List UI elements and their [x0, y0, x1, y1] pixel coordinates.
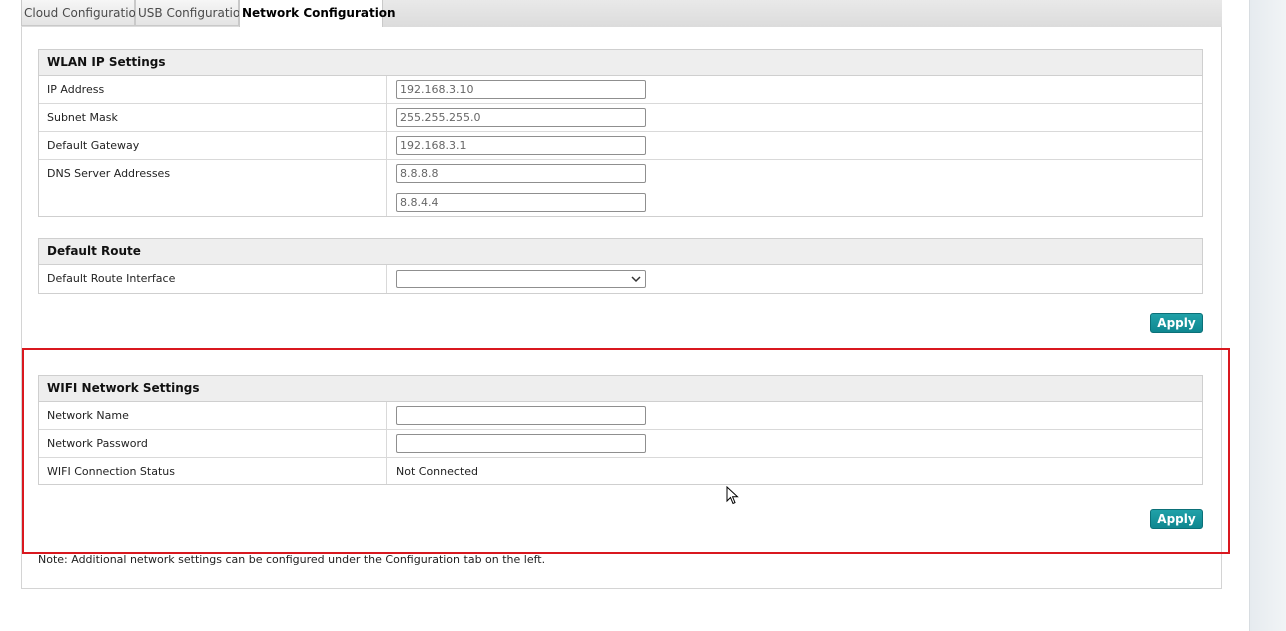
tab-label: Cloud Configuration: [24, 6, 144, 20]
default-route-header: Default Route: [39, 239, 1202, 265]
wifi-connection-status-row: WIFI Connection Status Not Connected: [39, 458, 1202, 484]
dns-secondary-input[interactable]: [396, 193, 646, 212]
default-route-table: Default Route Default Route Interface: [38, 238, 1203, 294]
wlan-ip-settings-header: WLAN IP Settings: [39, 50, 1202, 76]
page: Cloud Configuration USB Configuration Ne…: [0, 0, 1286, 631]
mouse-cursor-icon: [726, 486, 739, 505]
subnet-mask-input[interactable]: [396, 108, 646, 127]
ip-address-label: IP Address: [39, 76, 387, 103]
apply-network-button[interactable]: Apply: [1150, 313, 1203, 333]
wifi-network-settings-header: WIFI Network Settings: [39, 376, 1202, 402]
network-password-row: Network Password: [39, 430, 1202, 458]
right-side-panel: [1249, 0, 1286, 631]
ip-address-row: IP Address: [39, 76, 1202, 104]
wifi-connection-status-label: WIFI Connection Status: [39, 458, 387, 484]
note-text: Note: Additional network settings can be…: [38, 553, 546, 566]
default-gateway-label: Default Gateway: [39, 132, 387, 159]
default-gateway-input[interactable]: [396, 136, 646, 155]
default-route-interface-label: Default Route Interface: [39, 265, 387, 293]
apply-wifi-button[interactable]: Apply: [1150, 509, 1203, 529]
default-gateway-row: Default Gateway: [39, 132, 1202, 160]
tab-usb-configuration[interactable]: USB Configuration: [135, 0, 248, 26]
wifi-connection-status-value: Not Connected: [396, 465, 479, 478]
tab-label: USB Configuration: [138, 6, 248, 20]
network-name-row: Network Name: [39, 402, 1202, 430]
wifi-network-settings-table: WIFI Network Settings Network Name Netwo…: [38, 375, 1203, 485]
ip-address-input[interactable]: [396, 80, 646, 99]
tab-cloud-configuration[interactable]: Cloud Configuration: [21, 0, 143, 26]
tab-strip: Cloud Configuration USB Configuration Ne…: [21, 0, 1222, 28]
network-name-label: Network Name: [39, 402, 387, 429]
dns-servers-label: DNS Server Addresses: [39, 160, 387, 216]
wlan-ip-settings-table: WLAN IP Settings IP Address Subnet Mask …: [38, 49, 1203, 217]
subnet-mask-label: Subnet Mask: [39, 104, 387, 131]
tab-network-configuration[interactable]: Network Configuration: [239, 0, 396, 28]
dns-primary-input[interactable]: [396, 164, 646, 183]
default-route-interface-select[interactable]: [396, 270, 646, 288]
dns-servers-row: DNS Server Addresses: [39, 160, 1202, 216]
default-route-interface-row: Default Route Interface: [39, 265, 1202, 293]
subnet-mask-row: Subnet Mask: [39, 104, 1202, 132]
network-name-input[interactable]: [396, 406, 646, 425]
network-password-label: Network Password: [39, 430, 387, 457]
tab-label: Network Configuration: [242, 6, 396, 20]
chevron-down-icon: [631, 276, 641, 283]
network-password-input[interactable]: [396, 434, 646, 453]
